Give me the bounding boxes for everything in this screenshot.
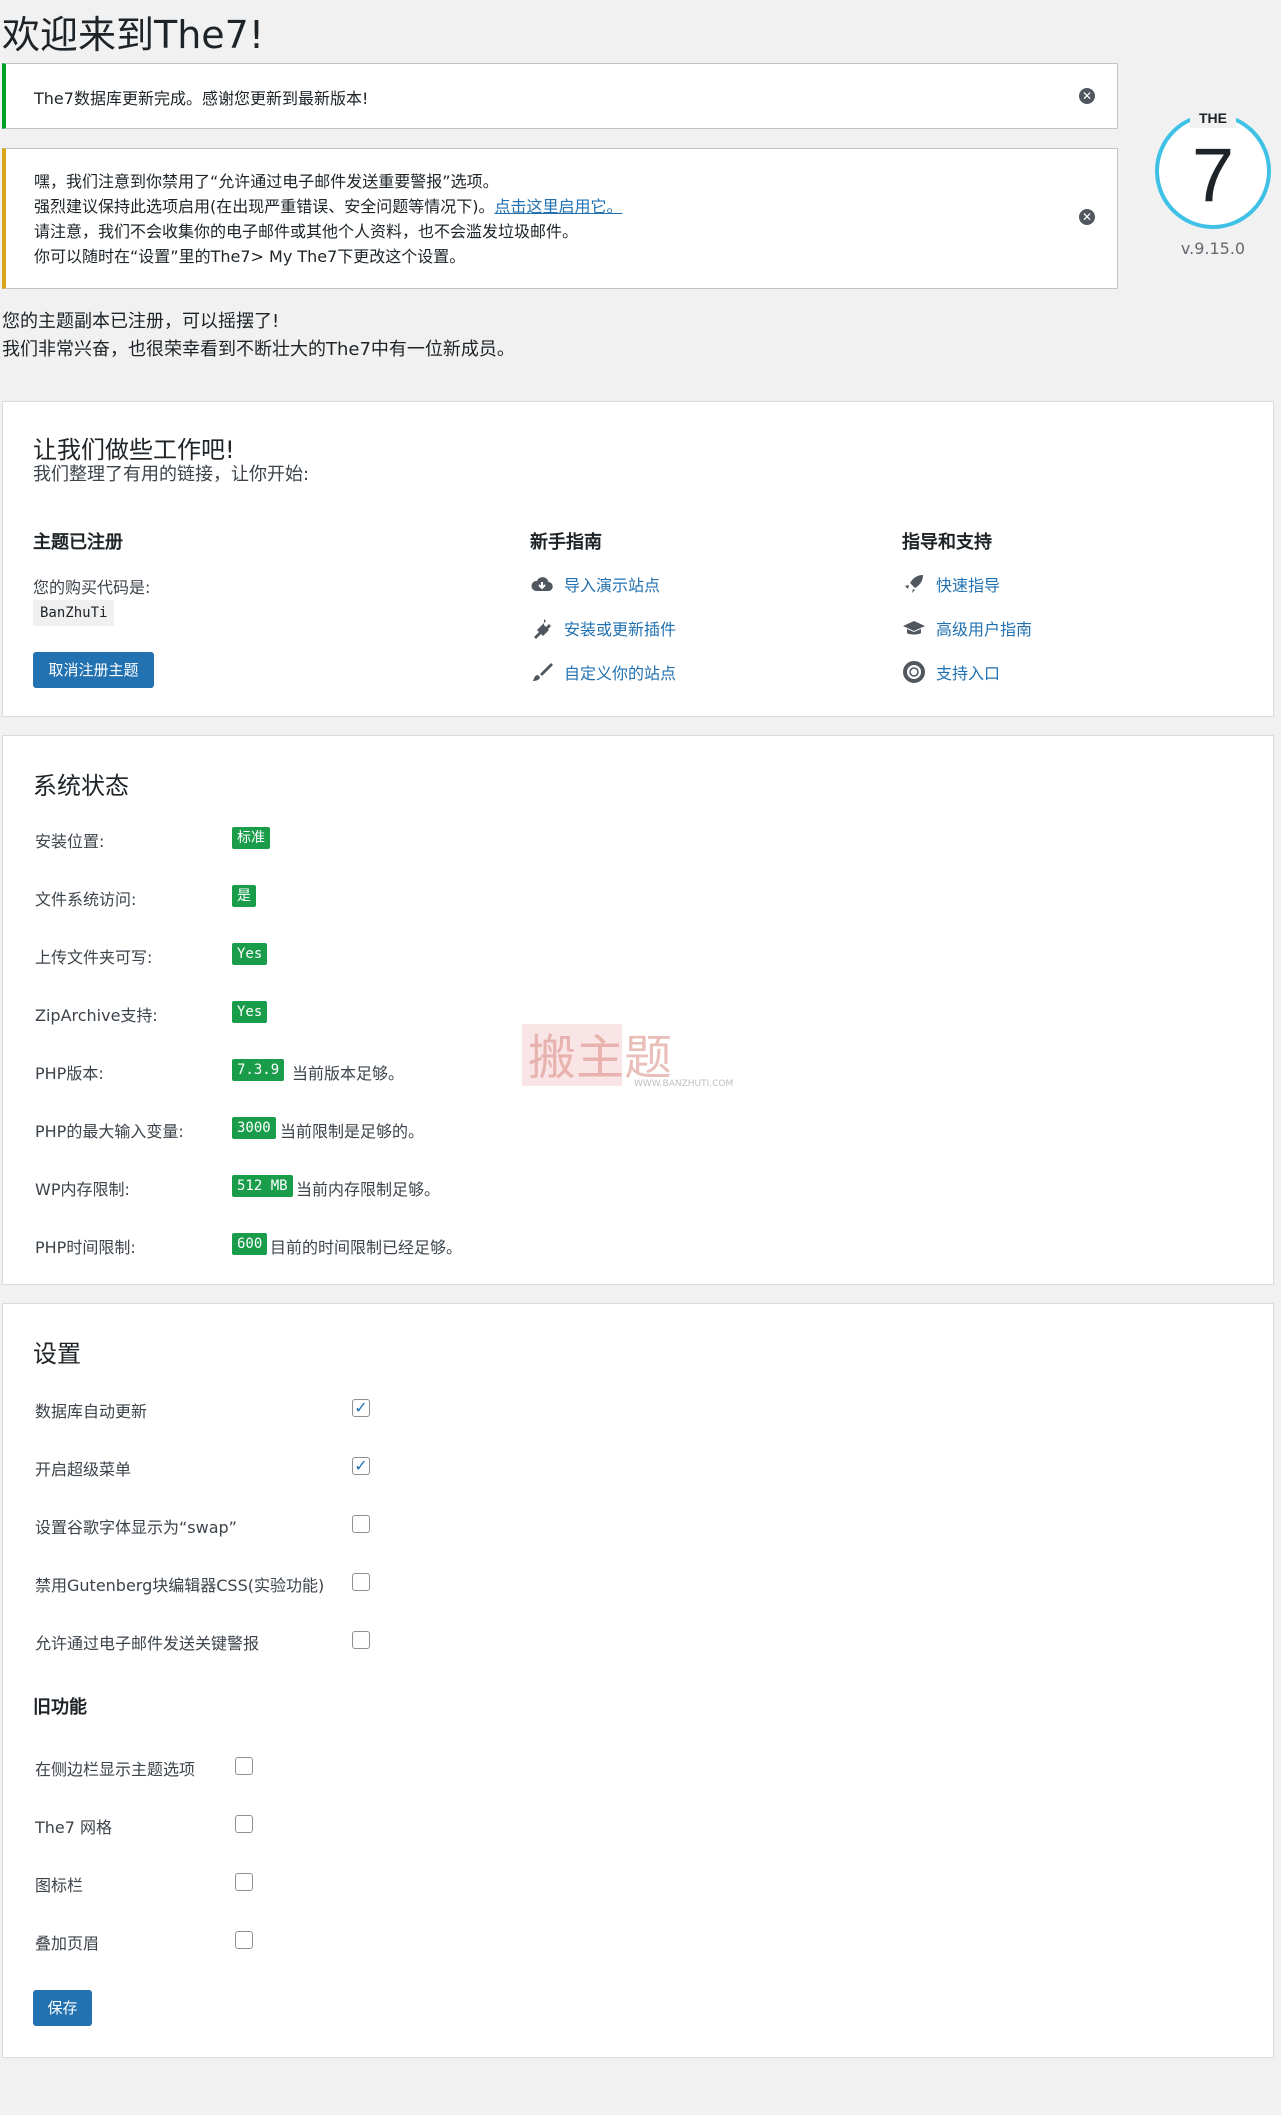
guide-item-customize[interactable]: 自定义你的站点 (530, 660, 676, 684)
warning-line: 请注意，我们不会收集你的电子邮件或其他个人资料，也不会滥发垃圾邮件。 (34, 222, 579, 241)
watermark-url: WWW.BANZHUTI.COM (634, 1079, 733, 1089)
status-note: 当前限制是足够的。 (280, 1122, 425, 1141)
status-label: 安装位置: (35, 832, 105, 851)
legacy-checkbox-icon-bar[interactable] (235, 1873, 253, 1891)
guide-item-plugins[interactable]: 安装或更新插件 (530, 616, 676, 640)
legacy-setting-label: The7 网格 (35, 1818, 113, 1837)
legacy-setting-label: 图标栏 (35, 1876, 84, 1895)
success-notice: The7数据库更新完成。感谢您更新到最新版本! ✕ (2, 63, 1118, 129)
legacy-checkbox-sidebar-options[interactable] (235, 1757, 253, 1775)
status-label: PHP的最大输入变量: (35, 1122, 184, 1141)
setting-checkbox-font-swap[interactable] (352, 1515, 370, 1533)
settings-heading: 设置 (33, 1340, 81, 1368)
success-notice-text: The7数据库更新完成。感谢您更新到最新版本! (34, 89, 369, 108)
version-label: v.9.15.0 (1180, 239, 1246, 258)
status-label: PHP时间限制: (35, 1238, 136, 1257)
lifebuoy-icon (902, 661, 926, 683)
status-badge: 3000 (232, 1117, 276, 1139)
support-heading: 指导和支持 (902, 532, 992, 553)
the7-logo: THE 7 (1155, 110, 1271, 229)
setting-label: 禁用Gutenberg块编辑器CSS(实验功能) (35, 1576, 325, 1595)
registered-heading: 主题已注册 (33, 532, 123, 553)
support-item-portal[interactable]: 支持入口 (902, 660, 1000, 684)
status-label: 文件系统访问: (35, 890, 137, 909)
support-item-quick-guide[interactable]: 快速指导 (902, 572, 1000, 596)
brush-icon (530, 661, 554, 683)
page-title: 欢迎来到The7! (2, 13, 265, 57)
status-badge: 7.3.9 (232, 1059, 285, 1081)
status-label: PHP版本: (35, 1064, 104, 1083)
legacy-setting-label: 叠加页眉 (35, 1934, 100, 1953)
warning-line: 嘿，我们注意到你禁用了“允许通过电子邮件发送重要警报”选项。 (34, 172, 499, 191)
status-badge: Yes (232, 943, 268, 965)
status-badge: 512 MB (232, 1175, 293, 1197)
dismiss-icon[interactable]: ✕ (1079, 209, 1095, 225)
purchase-code-label: 您的购买代码是: (33, 578, 151, 597)
setting-label: 设置谷歌字体显示为“swap” (35, 1518, 237, 1537)
setting-checkbox-mega-menu[interactable]: ✓ (352, 1457, 370, 1475)
status-badge: 标准 (232, 827, 270, 849)
plugin-icon (530, 617, 554, 639)
status-label: WP内存限制: (35, 1180, 130, 1199)
guide-item-import-demo[interactable]: 导入演示站点 (530, 572, 660, 596)
logo-number: 7 (1192, 133, 1234, 218)
getting-started-panel: 让我们做些工作吧! 我们整理了有用的链接，让你开始: 主题已注册 您的购买代码是… (2, 401, 1274, 717)
status-badge: 是 (232, 885, 256, 907)
setting-label: 数据库自动更新 (35, 1402, 148, 1421)
system-status-panel: 系统状态 安装位置: 标准 文件系统访问: 是 上传文件夹可写: Yes Zip… (2, 735, 1274, 1285)
warning-line: 强烈建议保持此选项启用(在出现严重错误、安全问题等情况下)。点击这里启用它。 (34, 197, 623, 216)
status-note: 目前的时间限制已经足够。 (270, 1238, 463, 1257)
settings-panel: 设置 数据库自动更新 ✓ 开启超级菜单 ✓ 设置谷歌字体显示为“swap” 禁用… (2, 1303, 1274, 2058)
status-note: 当前内存限制足够。 (296, 1180, 441, 1199)
support-item-advanced-guide[interactable]: 高级用户指南 (902, 616, 1032, 640)
deregister-button[interactable]: 取消注册主题 (33, 652, 154, 688)
guide-heading: 新手指南 (530, 532, 602, 553)
setting-label: 开启超级菜单 (35, 1460, 132, 1479)
warning-notice: 嘿，我们注意到你禁用了“允许通过电子邮件发送重要警报”选项。 强烈建议保持此选项… (2, 148, 1118, 289)
warning-notice-text: 嘿，我们注意到你禁用了“允许通过电子邮件发送重要警报”选项。 强烈建议保持此选项… (34, 169, 623, 269)
watermark-brand: 搬主题 (528, 1030, 672, 1086)
dismiss-icon[interactable]: ✕ (1079, 88, 1095, 104)
setting-checkbox-gutenberg-css[interactable] (352, 1573, 370, 1591)
rocket-icon (902, 573, 926, 595)
legacy-checkbox-grid[interactable] (235, 1815, 253, 1833)
status-badge: Yes (232, 1001, 268, 1023)
registration-message: 您的主题副本已注册，可以摇摆了! 我们非常兴奋，也很荣幸看到不断壮大的The7中… (2, 311, 515, 360)
watermark-logo: 搬主题 WWW.BANZHUTI.COM (522, 1024, 733, 1089)
getting-started-subheading: 我们整理了有用的链接，让你开始: (33, 464, 310, 485)
cloud-download-icon (530, 573, 554, 595)
status-label: 上传文件夹可写: (35, 948, 153, 967)
legacy-heading: 旧功能 (33, 1697, 87, 1718)
enable-alerts-link[interactable]: 点击这里启用它。 (495, 197, 623, 216)
setting-label: 允许通过电子邮件发送关键警报 (35, 1634, 260, 1653)
status-badge: 600 (232, 1233, 268, 1255)
purchase-code: BanZhuTi (33, 600, 115, 626)
status-note: 当前版本足够。 (292, 1064, 405, 1083)
graduation-cap-icon (902, 617, 926, 639)
system-status-heading: 系统状态 (33, 772, 129, 800)
save-button[interactable]: 保存 (33, 1990, 92, 2026)
warning-line: 你可以随时在“设置”里的The7> My The7下更改这个设置。 (34, 247, 466, 266)
setting-checkbox-db-auto-update[interactable]: ✓ (352, 1399, 370, 1417)
setting-checkbox-email-alerts[interactable] (352, 1631, 370, 1649)
logo-label: THE (1199, 110, 1227, 126)
legacy-setting-label: 在侧边栏显示主题选项 (35, 1760, 196, 1779)
status-label: ZipArchive支持: (35, 1006, 158, 1025)
legacy-checkbox-overlay-header[interactable] (235, 1931, 253, 1949)
